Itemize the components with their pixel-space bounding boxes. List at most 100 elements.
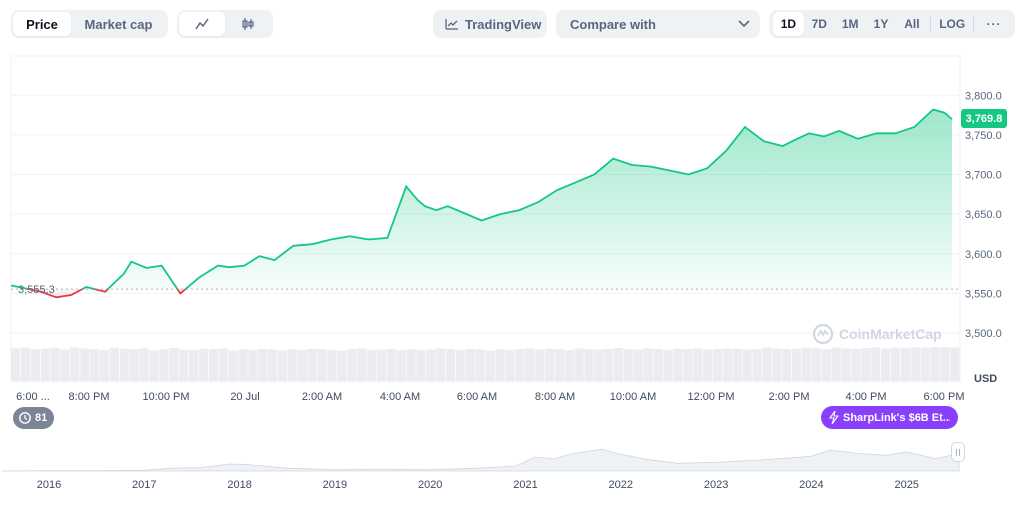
- volume-bar: [475, 349, 485, 381]
- navigator-year-label: 2017: [132, 479, 156, 491]
- lightning-icon: [829, 411, 839, 424]
- volume-bar: [139, 348, 149, 381]
- navigator-year-axis: 2016 2017 2018 2019 2020 2021 2022 2023 2024 2025: [37, 479, 919, 491]
- volume-bar: [277, 350, 288, 381]
- navigator-year-label: 2022: [609, 479, 633, 491]
- y-tick-label: 3,500.0: [965, 328, 1002, 340]
- volume-bar: [910, 347, 920, 381]
- volume-bar: [574, 348, 584, 381]
- volume-bar: [396, 350, 406, 381]
- volume-bar: [258, 348, 268, 381]
- news-event-badge[interactable]: SharpLink's $6B Et...: [821, 406, 958, 429]
- volume-bar: [623, 349, 634, 381]
- volume-bar: [722, 348, 733, 381]
- volume-bar: [831, 347, 841, 381]
- y-tick-label: 3,650.0: [965, 209, 1002, 221]
- volume-bar: [791, 348, 802, 381]
- volume-bar: [198, 348, 209, 381]
- x-tick-label: 10:00 PM: [142, 391, 189, 403]
- baseline-label: 3,555.3: [18, 284, 55, 296]
- x-tick-label: 6:00 PM: [924, 391, 965, 403]
- coinmarketcap-logo-icon: [812, 323, 834, 345]
- volume-bar: [70, 347, 80, 381]
- volume-bar: [386, 348, 396, 381]
- volume-bar: [801, 348, 812, 381]
- volume-bar: [841, 348, 851, 381]
- volume-bar: [890, 347, 901, 381]
- volume-bar: [406, 349, 416, 381]
- volume-bar: [90, 349, 100, 381]
- volume-bar: [940, 347, 950, 381]
- volume-bar: [208, 349, 218, 381]
- volume-bar: [515, 349, 525, 381]
- volume-bar: [821, 349, 831, 381]
- y-tick-label: 3,550.0: [965, 288, 1002, 300]
- volume-bar: [268, 349, 278, 381]
- volume-bar: [188, 349, 199, 381]
- volume-bar: [60, 349, 70, 381]
- volume-bar: [129, 349, 139, 381]
- volume-bar: [633, 349, 644, 381]
- volume-bar: [11, 348, 21, 381]
- volume-bar: [702, 349, 713, 381]
- y-tick-label: 3,750.0: [965, 130, 1002, 142]
- volume-bar: [465, 348, 476, 381]
- x-tick-label: 10:00 AM: [610, 391, 656, 403]
- x-tick-label: 2:00 PM: [769, 391, 810, 403]
- x-tick-label: 6:00 ...: [16, 391, 50, 403]
- volume-bar: [159, 349, 169, 381]
- volume-bar: [436, 348, 446, 381]
- events-badge[interactable]: 81: [13, 407, 55, 429]
- volume-bar: [99, 349, 110, 381]
- volume-bar: [525, 348, 535, 381]
- volume-bar: [871, 347, 881, 381]
- volume-bar: [327, 349, 337, 381]
- volume-bars: [11, 346, 960, 381]
- volume-bar: [228, 350, 238, 381]
- volume-bar: [307, 348, 317, 381]
- price-area-up: [11, 109, 952, 290]
- volume-bar: [920, 347, 930, 381]
- x-tick-label: 8:00 AM: [535, 391, 575, 403]
- x-tick-label: 12:00 PM: [687, 391, 734, 403]
- volume-bar: [604, 348, 614, 381]
- y-tick-label: 3,800.0: [965, 90, 1002, 102]
- volume-bar: [505, 349, 515, 381]
- navigator-year-label: 2018: [227, 479, 251, 491]
- volume-bar: [534, 349, 545, 381]
- volume-bar: [40, 348, 50, 381]
- volume-bar: [347, 349, 357, 381]
- current-price-tag: 3,769.8: [961, 109, 1007, 129]
- volume-bar: [238, 349, 248, 381]
- x-tick-label: 4:00 PM: [846, 391, 887, 403]
- volume-bar: [594, 349, 604, 381]
- volume-bar: [683, 349, 693, 381]
- volume-bar: [50, 348, 60, 381]
- navigator-year-label: 2019: [323, 479, 347, 491]
- y-tick-label: 3,600.0: [965, 249, 1002, 261]
- volume-bar: [366, 349, 377, 381]
- x-tick-label: 20 Jul: [230, 391, 259, 403]
- navigator-year-label: 2024: [799, 479, 823, 491]
- volume-bar: [218, 348, 228, 381]
- volume-bar: [119, 348, 130, 381]
- x-tick-label: 2:00 AM: [302, 391, 342, 403]
- volume-bar: [248, 349, 258, 381]
- navigator-drag-handle[interactable]: [951, 442, 965, 462]
- volume-bar: [287, 349, 298, 381]
- volume-bar: [643, 348, 653, 381]
- volume-bar: [653, 349, 663, 381]
- volume-bar: [673, 348, 683, 381]
- navigator-year-label: 2021: [513, 479, 537, 491]
- volume-bar: [317, 349, 327, 381]
- volume-bar: [584, 349, 594, 381]
- volume-bar: [880, 348, 891, 381]
- volume-bar: [80, 348, 90, 381]
- volume-bar: [742, 349, 752, 381]
- volume-bar: [179, 349, 189, 381]
- history-icon: [19, 412, 31, 424]
- volume-bar: [693, 348, 703, 381]
- price-chart[interactable]: 3,500.0 3,550.0 3,600.0 3,650.0 3,700.0 3,750…: [0, 0, 1024, 505]
- navigator-year-label: 2016: [37, 479, 61, 491]
- volume-bar: [861, 348, 871, 381]
